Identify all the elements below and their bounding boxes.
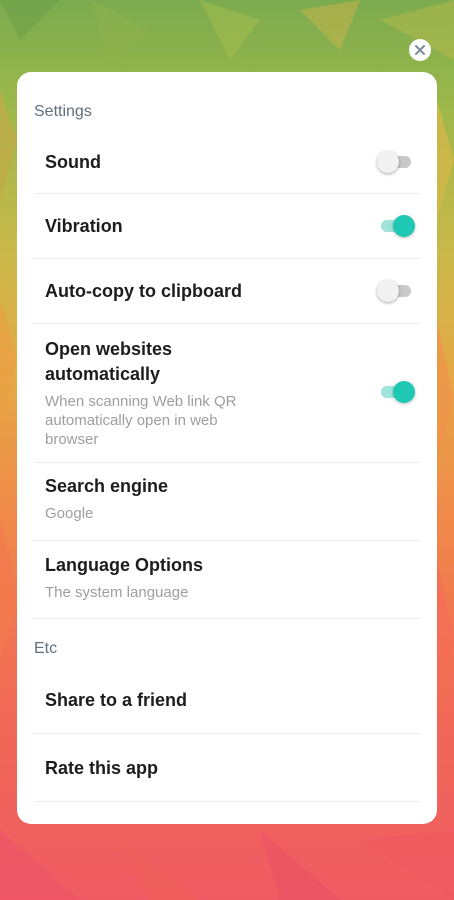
vibration-toggle[interactable] [379, 213, 415, 239]
search-engine-setting-row[interactable]: Search engine Google [17, 463, 437, 541]
language-options-label: Language Options [45, 555, 204, 575]
settings-panel: Settings Sound Vibration Auto-copy to cl… [17, 72, 437, 824]
search-engine-label: Search engine [45, 476, 169, 496]
open-websites-label-line2: automatically [45, 364, 161, 384]
sound-setting-row[interactable]: Sound [17, 130, 437, 194]
auto-copy-label: Auto-copy to clipboard [45, 281, 242, 301]
language-options-setting-row[interactable]: Language Options The system language [17, 541, 437, 619]
rate-app-row[interactable]: Rate this app [17, 734, 437, 802]
open-websites-description-line3: browser [45, 431, 99, 448]
share-to-friend-row[interactable]: Share to a friend [17, 666, 437, 734]
auto-copy-toggle[interactable] [377, 278, 413, 304]
settings-section-header: Settings [34, 103, 92, 120]
open-websites-toggle[interactable] [379, 379, 415, 405]
open-websites-setting-row[interactable]: Open websites automatically When scannin… [17, 324, 437, 463]
open-websites-label-line1: Open websites [45, 339, 173, 359]
share-to-friend-label: Share to a friend [45, 690, 188, 710]
sound-toggle[interactable] [377, 149, 413, 175]
vibration-label: Vibration [45, 216, 123, 236]
search-engine-value: Google [45, 505, 94, 522]
language-options-value: The system language [45, 584, 189, 601]
etc-section-header: Etc [34, 640, 58, 657]
vibration-setting-row[interactable]: Vibration [17, 194, 437, 259]
close-icon [415, 45, 425, 55]
rate-app-label: Rate this app [45, 758, 159, 778]
open-websites-description-line1: When scanning Web link QR [45, 393, 237, 410]
close-button[interactable] [409, 39, 431, 61]
open-websites-description-line2: automatically open in web [45, 412, 218, 429]
sound-label: Sound [45, 152, 101, 172]
auto-copy-setting-row[interactable]: Auto-copy to clipboard [17, 259, 437, 324]
